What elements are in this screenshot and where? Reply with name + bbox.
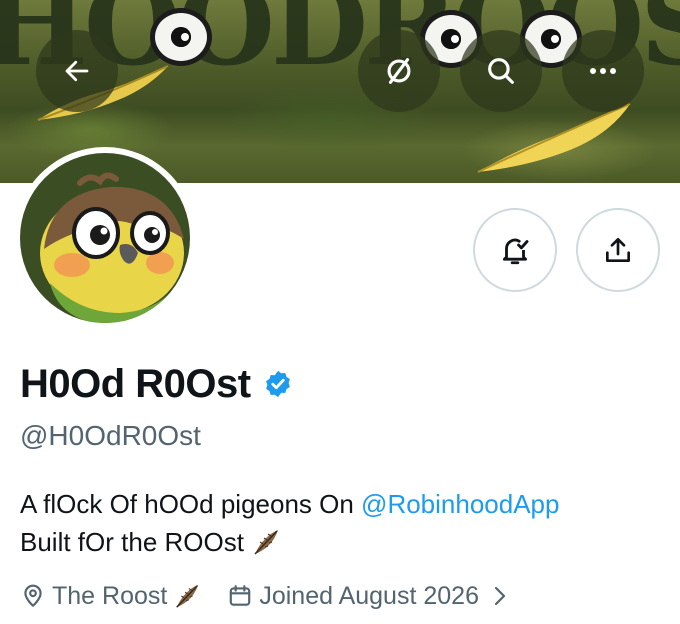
location-text: The Roost (52, 582, 168, 610)
display-name: H0Od R0Ost (20, 362, 251, 406)
feather-emoji-icon (176, 584, 199, 608)
more-horizontal-icon (590, 68, 616, 74)
feather-emoji-icon (254, 530, 279, 555)
share-button[interactable] (576, 208, 660, 292)
profile-meta: The Roost Joined August 2026 (20, 578, 507, 614)
profile-bio: A flOck Of hOOd pigeons On @RobinhoodApp… (20, 485, 559, 561)
back-button[interactable] (36, 30, 118, 112)
arrow-left-icon (65, 60, 89, 82)
search-button[interactable] (460, 30, 542, 112)
joined-date-item[interactable]: Joined August 2026 (227, 578, 507, 614)
bell-check-icon (502, 238, 529, 265)
bio-line-1: A flOck Of hOOd pigeons On @RobinhoodApp (20, 485, 559, 523)
verified-badge-icon[interactable] (263, 369, 293, 399)
banner-eye-left (150, 8, 212, 66)
pigeon-avatar-icon (20, 153, 190, 323)
notifications-button[interactable] (473, 208, 557, 292)
more-options-button[interactable] (562, 30, 644, 112)
avatar[interactable] (14, 147, 196, 329)
calendar-icon (230, 585, 251, 606)
chevron-right-icon (493, 585, 507, 607)
share-upload-icon (606, 238, 630, 262)
bio-text-1: A flOck Of hOOd pigeons On (20, 489, 362, 519)
joined-date-text: Joined August 2026 (259, 582, 479, 610)
bio-line-2: Built fOr the ROOst (20, 523, 559, 561)
display-name-row: H0Od R0Ost (20, 360, 293, 408)
bio-text-2: Built fOr the ROOst (20, 527, 252, 557)
search-icon (488, 58, 514, 84)
prohibited-circle-icon (387, 58, 411, 84)
profile-handle: @H0OdR0Ost (20, 420, 201, 451)
location-pin-icon (24, 584, 42, 607)
mention-link[interactable]: @RobinhoodApp (361, 485, 559, 523)
location-item: The Roost (20, 578, 201, 614)
unmute-button[interactable] (358, 30, 440, 112)
